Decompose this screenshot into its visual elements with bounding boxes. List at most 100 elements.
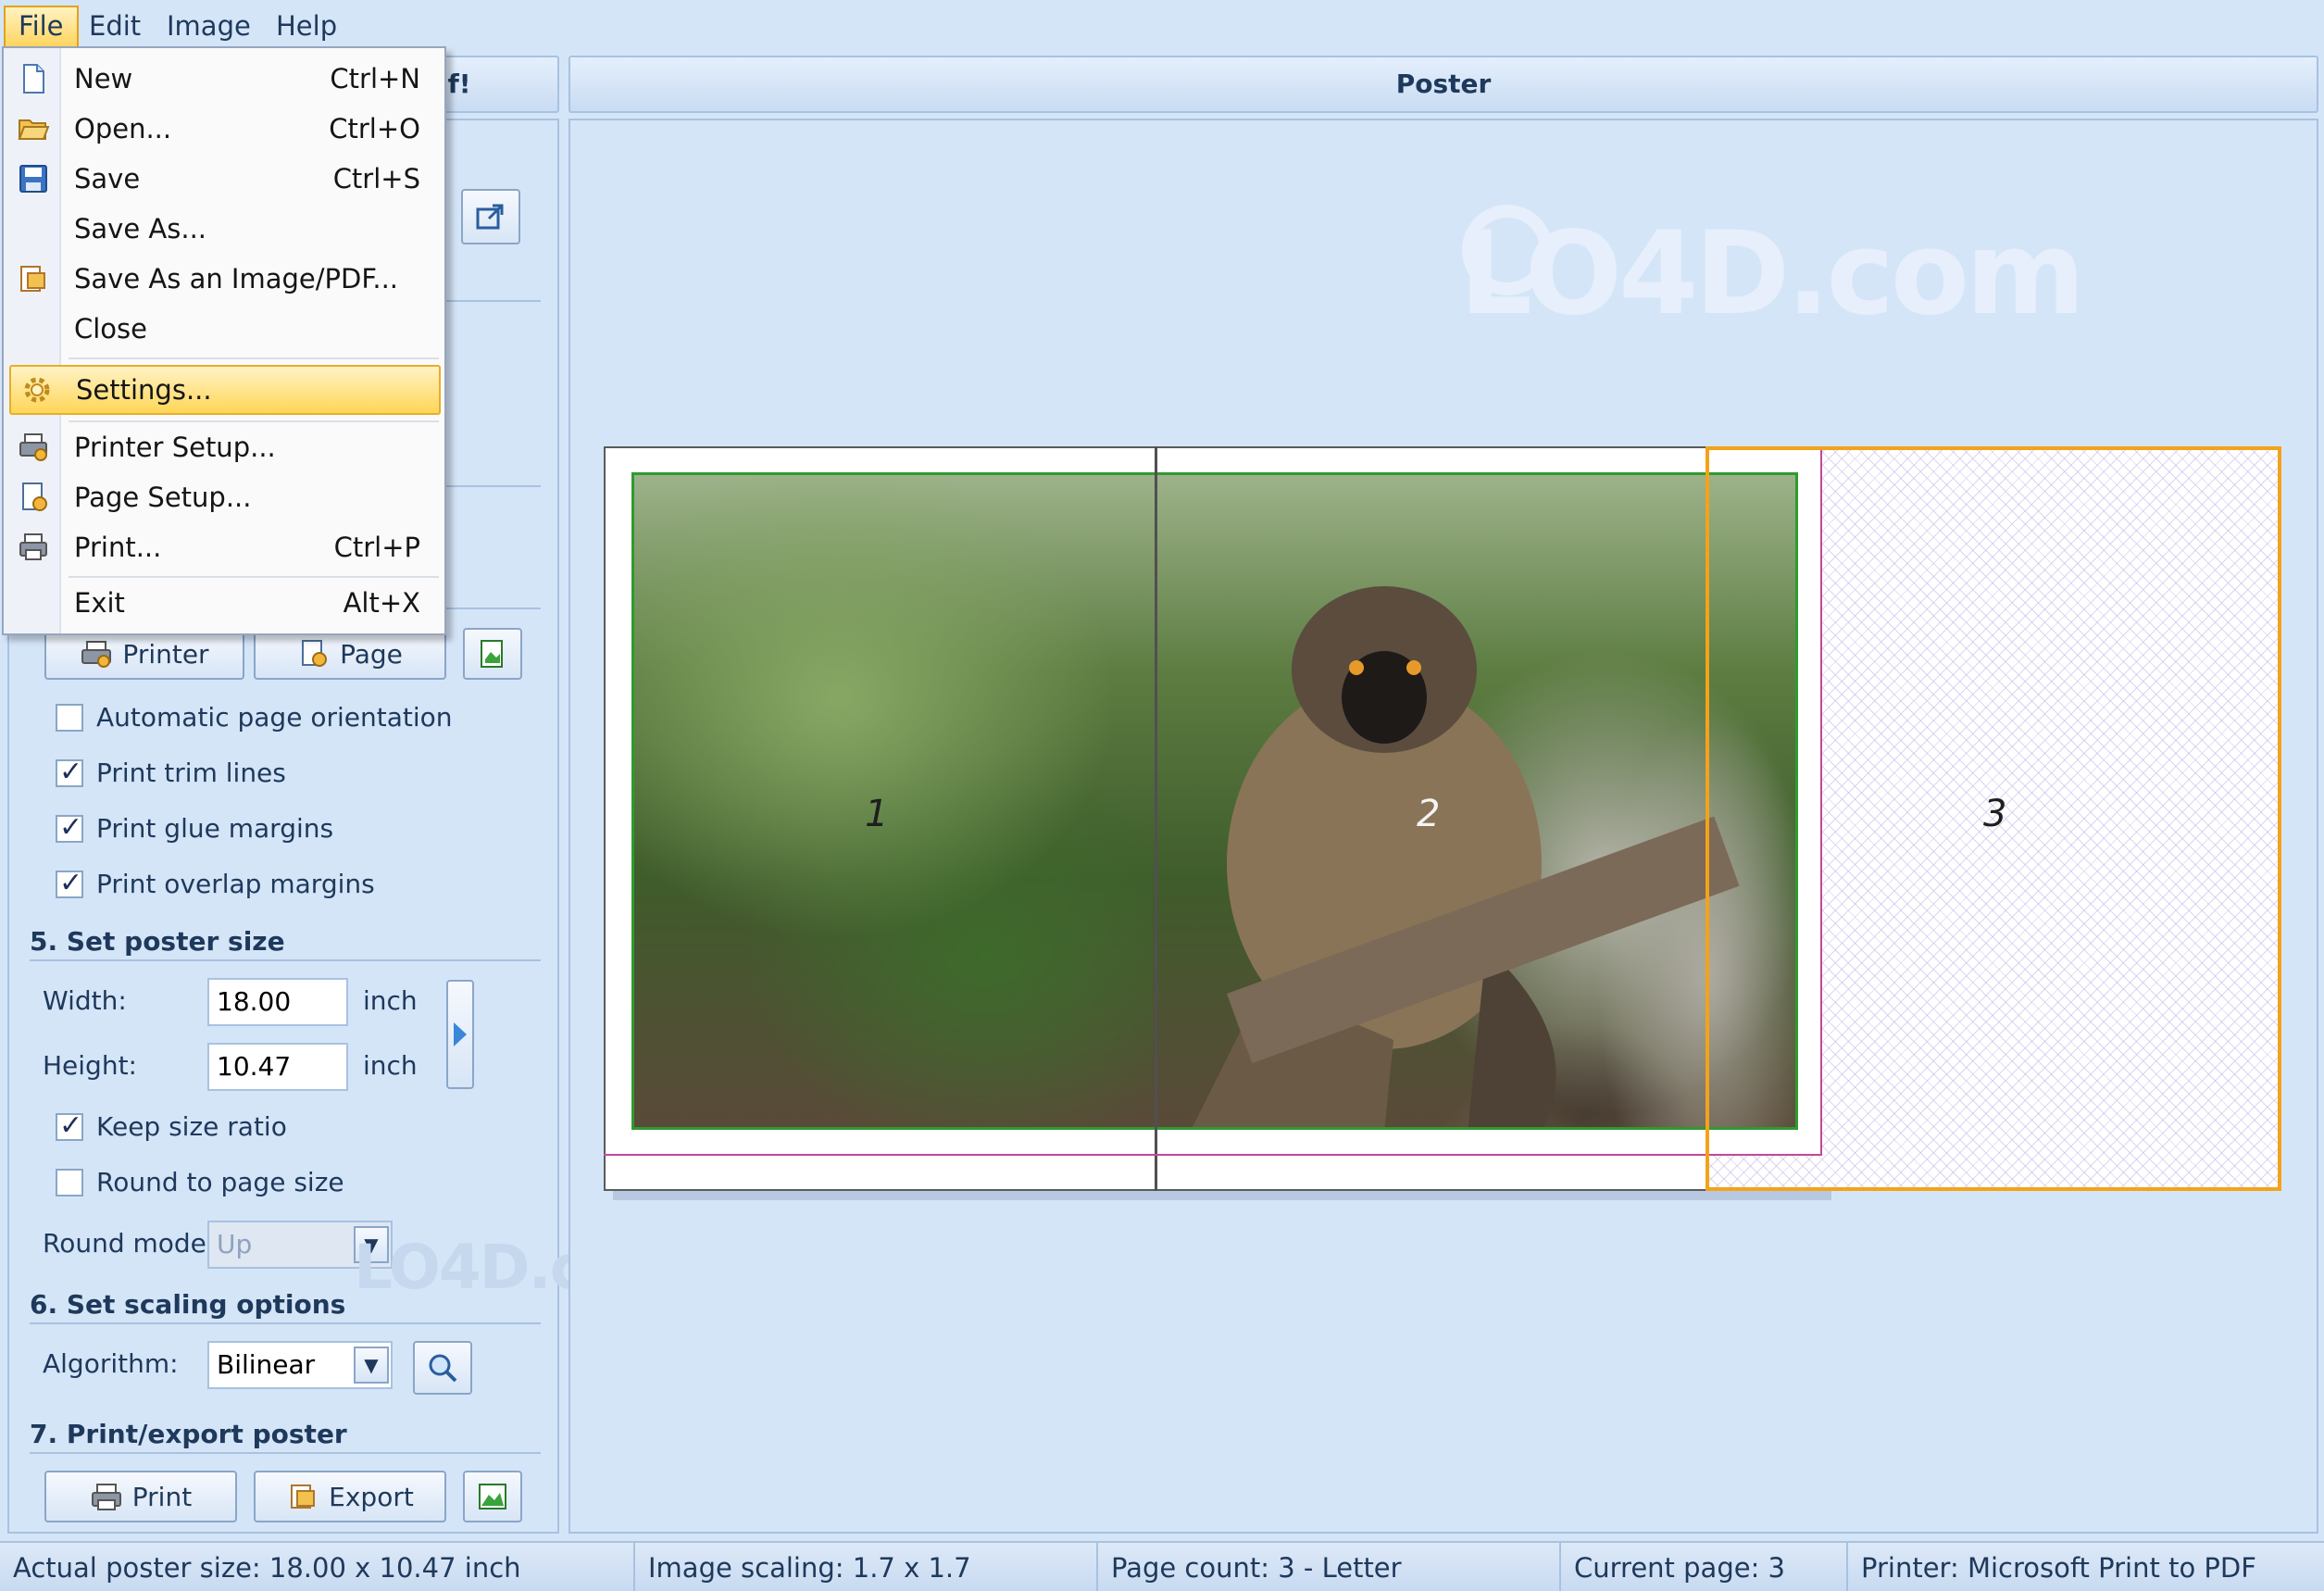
poster-image[interactable]	[631, 472, 1798, 1130]
menu-item-save-as-image[interactable]: Save As an Image/PDF...	[7, 254, 441, 304]
menu-item-printer-setup[interactable]: Printer Setup...	[7, 422, 441, 472]
open-external-button[interactable]	[461, 189, 520, 244]
watermark-logo-icon	[1462, 205, 1553, 295]
overlap-margins-checkbox[interactable]: Print overlap margins	[56, 867, 375, 899]
divider	[30, 1322, 541, 1324]
menu-help[interactable]: Help	[263, 6, 350, 46]
save-icon	[19, 165, 47, 193]
width-label: Width:	[43, 985, 127, 1016]
page-setup-icon	[22, 482, 47, 511]
keep-ratio-checkbox[interactable]: Keep size ratio	[56, 1109, 287, 1142]
width-input[interactable]: 18.00	[207, 978, 348, 1026]
chevron-down-icon[interactable]: ▼	[354, 1347, 389, 1384]
menu-item-page-setup[interactable]: Page Setup...	[7, 472, 441, 522]
trim-lines-checkbox[interactable]: Print trim lines	[56, 756, 286, 788]
page-setup-button[interactable]: Page	[254, 628, 446, 680]
menu-item-label: Save As...	[74, 213, 207, 244]
divider	[30, 959, 541, 961]
menu-item-label: Close	[74, 313, 147, 345]
checkbox-box[interactable]	[56, 811, 83, 844]
page-setup-icon	[302, 640, 328, 667]
menu-item-label: Exit	[74, 587, 125, 619]
status-bar: Actual poster size: 18.00 x 10.47 inch I…	[0, 1541, 2324, 1591]
menu-item-shortcut: Alt+X	[343, 587, 420, 619]
menu-item-shortcut: Ctrl+S	[332, 163, 420, 194]
status-actual-size: Actual poster size: 18.00 x 10.47 inch	[0, 1543, 635, 1591]
round-page-checkbox[interactable]: Round to page size	[56, 1167, 344, 1197]
status-page-count: Page count: 3 - Letter	[1098, 1543, 1561, 1591]
image-icon	[479, 1484, 506, 1510]
export-button[interactable]: Export	[254, 1471, 446, 1522]
checkbox-box[interactable]	[56, 1168, 83, 1196]
page-divider-1-2	[1155, 446, 1157, 1191]
page-setup-label: Page	[340, 638, 403, 670]
menu-edit[interactable]: Edit	[76, 6, 154, 46]
glue-margin-line	[604, 1154, 1822, 1156]
menu-item-close[interactable]: Close	[7, 304, 441, 354]
export-icon	[291, 1485, 316, 1509]
background-foliage	[634, 475, 1153, 1127]
zoom-preview-button[interactable]	[413, 1341, 472, 1395]
printer-setup-button[interactable]: Printer	[44, 628, 244, 680]
menu-separator	[69, 357, 439, 359]
checkbox-box[interactable]	[56, 703, 83, 732]
status-printer: Printer: Microsoft Print to PDF	[1861, 1552, 2256, 1584]
menu-item-exit[interactable]: Exit Alt+X	[7, 578, 441, 628]
menu-item-save-as[interactable]: Save As...	[7, 204, 441, 254]
file-menu-dropdown: New Ctrl+N Open... Ctrl+O Save Ctrl+S Sa…	[2, 46, 446, 635]
height-label: Height:	[43, 1050, 137, 1081]
menu-item-label: New	[74, 63, 133, 94]
export-title: 7. Print/export poster	[30, 1419, 347, 1449]
menu-item-label: Print...	[74, 532, 162, 563]
menu-image[interactable]: Image	[154, 6, 264, 46]
menu-item-label: Printer Setup...	[74, 432, 276, 463]
link-size-button[interactable]	[446, 980, 474, 1089]
checkbox-box[interactable]	[56, 756, 83, 788]
status-current-page: Current page: 3	[1561, 1543, 1848, 1591]
lemur-figure	[1193, 586, 1556, 1127]
checkbox-box[interactable]	[56, 867, 83, 899]
round-mode-label: Round mode:	[43, 1228, 216, 1259]
printer-setup-icon	[81, 641, 112, 668]
glue-margins-label: Print glue margins	[96, 813, 334, 844]
algorithm-select[interactable]: Bilinear ▼	[207, 1341, 393, 1389]
menu-item-label: Page Setup...	[74, 482, 252, 513]
poster-size-title: 5. Set poster size	[30, 926, 285, 957]
poster-panel-header: Poster	[569, 56, 2318, 113]
play-arrow-icon	[454, 1022, 467, 1046]
printer-setup-label: Printer	[122, 638, 209, 670]
gear-icon	[24, 377, 50, 403]
height-input[interactable]: 10.47	[207, 1043, 348, 1091]
new-document-icon	[23, 64, 44, 94]
magnifier-icon	[429, 1354, 457, 1383]
menu-item-shortcut: Ctrl+N	[330, 63, 420, 94]
auto-orientation-checkbox[interactable]: Automatic page orientation	[56, 702, 453, 733]
glue-margins-checkbox[interactable]: Print glue margins	[56, 811, 334, 844]
printer-icon	[19, 533, 47, 560]
printer-setup-icon	[19, 433, 47, 461]
menu-item-shortcut: Ctrl+O	[329, 113, 420, 144]
menu-item-save[interactable]: Save Ctrl+S	[7, 154, 441, 204]
menu-file[interactable]: File	[4, 6, 79, 46]
export-label: Export	[329, 1481, 414, 1512]
keep-ratio-label: Keep size ratio	[96, 1111, 287, 1142]
divider	[30, 1452, 541, 1454]
menu-item-open[interactable]: Open... Ctrl+O	[7, 104, 441, 154]
page-preview-icon	[481, 640, 503, 668]
print-button[interactable]: Print	[44, 1471, 237, 1522]
menu-item-new[interactable]: New Ctrl+N	[7, 54, 441, 104]
page-number-1: 1	[865, 793, 889, 835]
page-number-2: 2	[1417, 793, 1441, 835]
round-page-label: Round to page size	[96, 1167, 344, 1197]
menu-item-label: Open...	[74, 113, 172, 144]
poster-panel-title: Poster	[1395, 69, 1492, 99]
scaling-title: 6. Set scaling options	[30, 1289, 346, 1320]
width-unit: inch	[363, 985, 418, 1016]
menu-item-shortcut: Ctrl+P	[333, 532, 420, 563]
page-preview-button[interactable]	[463, 628, 522, 680]
checkbox-box[interactable]	[56, 1109, 83, 1142]
page-number-3: 3	[1983, 793, 2007, 835]
menu-item-print[interactable]: Print... Ctrl+P	[7, 522, 441, 572]
menu-item-settings[interactable]: Settings...	[9, 365, 441, 415]
export-image-button[interactable]	[463, 1471, 522, 1522]
